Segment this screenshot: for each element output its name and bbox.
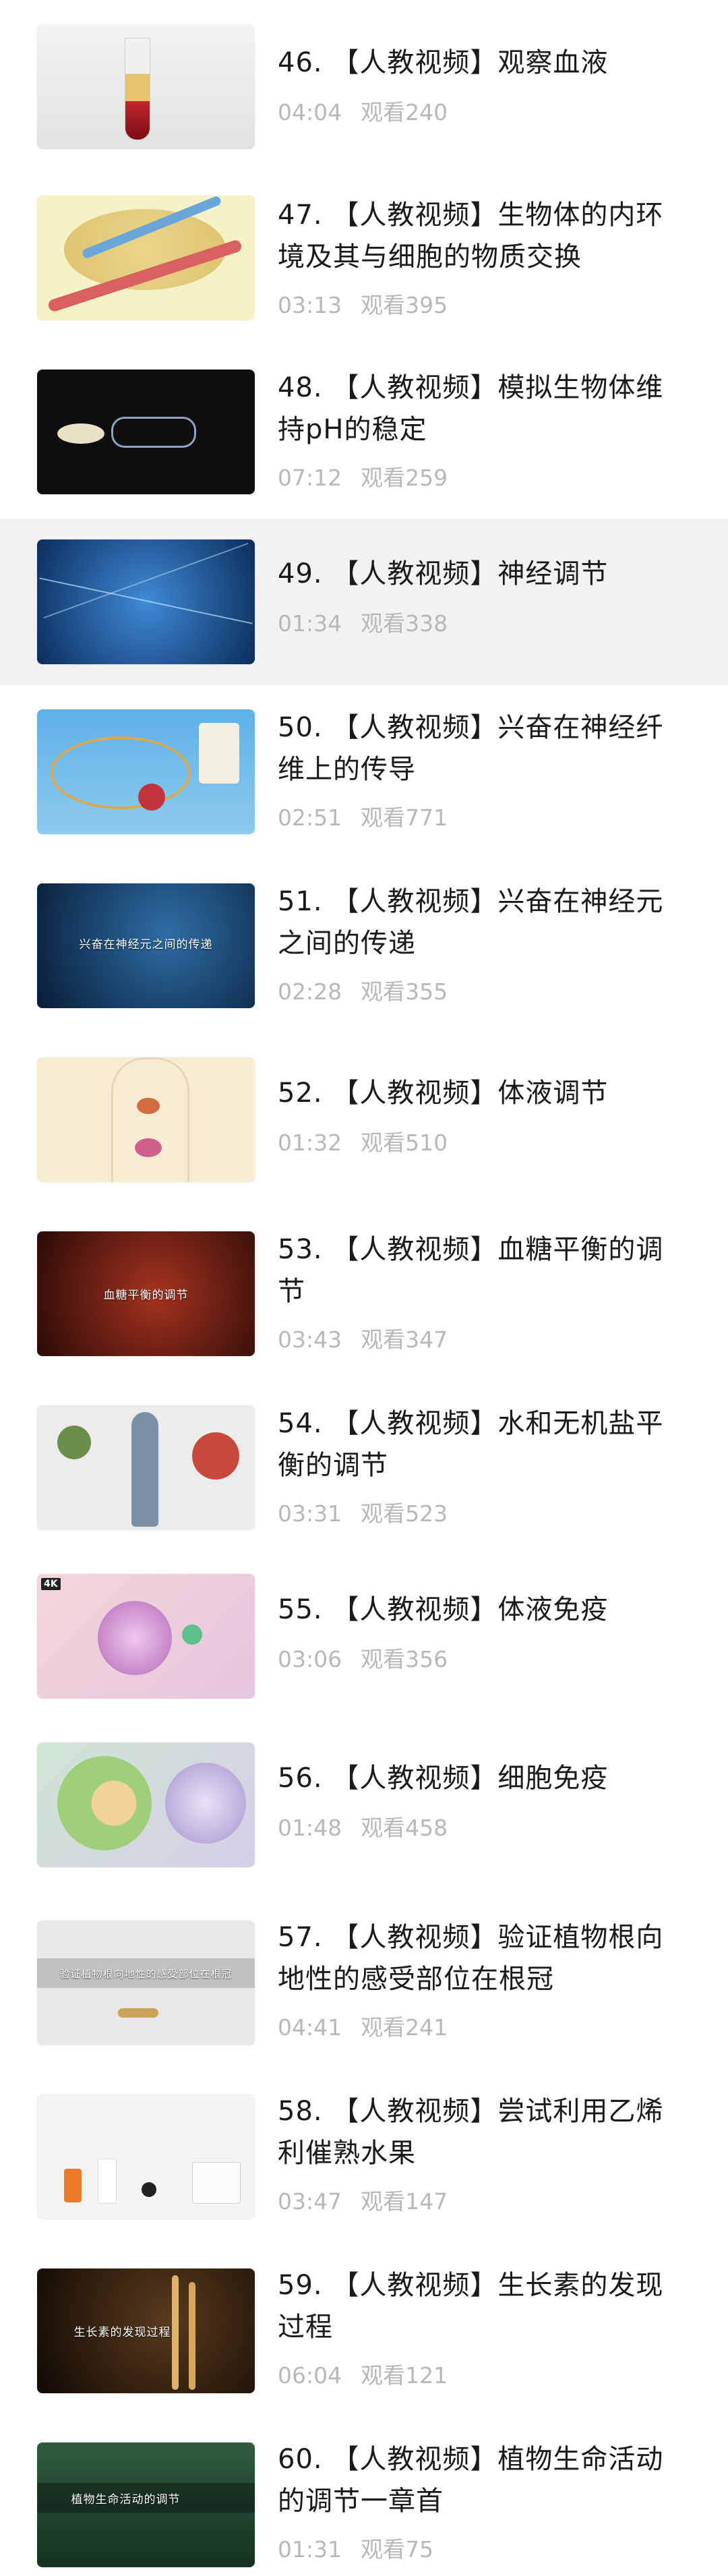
duration: 02:28 [278,978,342,1005]
list-item[interactable]: 52. 【人教视频】体液调节 01:32 观看510 [0,1033,728,1207]
duration: 03:31 [278,1500,342,1527]
duration: 03:43 [278,1326,342,1353]
video-title[interactable]: 51. 【人教视频】兴奋在神经元之间的传递 [278,881,682,964]
list-item[interactable]: 58. 【人教视频】尝试利用乙烯利催熟水果 03:47 观看147 [0,2072,728,2246]
view-count: 观看347 [361,1326,448,1353]
video-thumbnail[interactable] [37,539,255,664]
list-item[interactable]: 兴奋在神经元之间的传递 51. 【人教视频】兴奋在神经元之间的传递 02:28 观… [0,859,728,1033]
video-title[interactable]: 58. 【人教视频】尝试利用乙烯利催熟水果 [278,2090,682,2174]
list-item[interactable]: 植物生命活动的调节 60. 【人教视频】植物生命活动的调节一章首 01:31 观看… [0,2420,728,2576]
duration: 03:06 [278,1646,342,1672]
video-meta: 01:48 观看458 [278,1810,466,1842]
duration: 03:47 [278,2188,342,2215]
video-thumbnail[interactable] [37,370,255,494]
video-meta: 04:04 观看240 [278,94,466,127]
thumbnail-caption: 兴奋在神经元之间的传递 [79,938,213,952]
video-title[interactable]: 50. 【人教视频】兴奋在神经纤维上的传导 [278,707,682,790]
video-meta: 03:47 观看147 [278,2184,466,2216]
video-meta: 03:06 观看356 [278,1641,466,1674]
video-title[interactable]: 56. 【人教视频】细胞免疫 [278,1757,682,1799]
video-title[interactable]: 54. 【人教视频】水和无机盐平衡的调节 [278,1403,682,1486]
list-item[interactable]: 4K 55. 【人教视频】体液免疫 03:06 观看356 [0,1555,728,1724]
view-count: 观看338 [361,610,448,637]
video-meta: 01:32 观看510 [278,1125,466,1157]
video-thumbnail[interactable] [37,1057,255,1182]
duration: 04:04 [278,99,342,125]
video-thumbnail[interactable]: 4K [37,1574,255,1699]
view-count: 观看241 [361,2014,448,2041]
duration: 07:12 [278,465,342,491]
duration: 01:31 [278,2536,342,2563]
video-thumbnail[interactable]: 验证植物根向地性的感受部位在根冠 [37,1921,255,2045]
video-title[interactable]: 55. 【人教视频】体液免疫 [278,1589,682,1631]
video-meta: 03:31 观看523 [278,1496,466,1528]
duration: 03:13 [278,292,342,318]
video-list: 46. 【人教视频】观察血液 04:04 观看240 47. 【人教视频】生物体的… [0,0,728,2576]
thumbnail-caption: 血糖平衡的调节 [103,1289,189,1302]
list-item[interactable]: 生长素的发现过程 59. 【人教视频】生长素的发现过程 06:04 观看121 [0,2246,728,2420]
duration: 06:04 [278,2362,342,2389]
video-meta: 03:43 观看347 [278,1322,466,1354]
video-thumbnail[interactable] [37,2095,255,2219]
video-thumbnail[interactable] [37,1743,255,1867]
list-item[interactable]: 47. 【人教视频】生物体的内环境及其与细胞的物质交换 03:13 观看395 [0,175,728,351]
video-thumbnail[interactable]: 生长素的发现过程 [37,2268,255,2393]
video-title[interactable]: 47. 【人教视频】生物体的内环境及其与细胞的物质交换 [278,194,682,278]
view-count: 观看121 [361,2362,448,2389]
video-meta: 01:31 观看75 [278,2531,452,2564]
list-item[interactable]: 验证植物根向地性的感受部位在根冠 57. 【人教视频】验证植物根向地性的感受部位… [0,1898,728,2072]
thumbnail-caption: 植物生命活动的调节 [71,2493,181,2507]
video-thumbnail[interactable]: 血糖平衡的调节 [37,1231,255,1356]
view-count: 观看771 [361,804,448,831]
video-meta: 03:13 观看395 [278,287,466,320]
4k-badge: 4K [41,1578,61,1590]
view-count: 观看240 [361,99,448,125]
video-title[interactable]: 59. 【人教视频】生长素的发现过程 [278,2264,682,2348]
duration: 01:32 [278,1130,342,1156]
video-meta: 02:28 观看355 [278,974,466,1006]
view-count: 观看147 [361,2188,448,2215]
video-title[interactable]: 48. 【人教视频】模拟生物体维持pH的稳定 [278,367,682,450]
video-title[interactable]: 49. 【人教视频】神经调节 [278,553,682,595]
list-item[interactable]: 54. 【人教视频】水和无机盐平衡的调节 03:31 观看523 [0,1381,728,1555]
video-thumbnail[interactable]: 植物生命活动的调节 [37,2442,255,2567]
list-item[interactable]: 46. 【人教视频】观察血液 04:04 观看240 [0,0,728,155]
video-title[interactable]: 57. 【人教视频】验证植物根向地性的感受部位在根冠 [278,1916,682,2000]
video-title[interactable]: 46. 【人教视频】观察血液 [278,42,682,84]
list-item[interactable]: 50. 【人教视频】兴奋在神经纤维上的传导 02:51 观看771 [0,685,728,859]
duration: 04:41 [278,2014,342,2041]
video-thumbnail[interactable] [37,1405,255,1530]
video-meta: 06:04 观看121 [278,2358,466,2390]
view-count: 观看356 [361,1646,448,1672]
view-count: 观看395 [361,292,448,318]
duration: 02:51 [278,804,342,831]
video-title[interactable]: 53. 【人教视频】血糖平衡的调节 [278,1229,682,1312]
thumbnail-caption: 生长素的发现过程 [73,2326,171,2339]
view-count: 观看75 [361,2536,434,2563]
view-count: 观看523 [361,1500,448,1527]
video-title[interactable]: 60. 【人教视频】植物生命活动的调节一章首 [278,2438,682,2522]
view-count: 观看355 [361,978,448,1005]
list-item[interactable]: 48. 【人教视频】模拟生物体维持pH的稳定 07:12 观看259 [0,351,728,519]
view-count: 观看510 [361,1130,448,1156]
video-meta: 02:51 观看771 [278,800,466,832]
duration: 01:48 [278,1815,342,1841]
list-item[interactable]: 49. 【人教视频】神经调节 01:34 观看338 [0,519,728,685]
video-thumbnail[interactable]: 兴奋在神经元之间的传递 [37,883,255,1008]
list-item[interactable]: 血糖平衡的调节 53. 【人教视频】血糖平衡的调节 03:43 观看347 [0,1207,728,1381]
thumbnail-caption: 验证植物根向地性的感受部位在根冠 [59,1968,233,1980]
duration: 01:34 [278,610,342,637]
video-title[interactable]: 52. 【人教视频】体液调节 [278,1072,682,1114]
list-item[interactable]: 56. 【人教视频】细胞免疫 01:48 观看458 [0,1724,728,1898]
video-meta: 04:41 观看241 [278,2010,466,2042]
video-thumbnail[interactable] [37,709,255,834]
video-meta: 01:34 观看338 [278,606,466,638]
view-count: 观看458 [361,1815,448,1841]
view-count: 观看259 [361,465,448,491]
video-thumbnail[interactable] [37,196,255,320]
video-meta: 07:12 观看259 [278,460,466,492]
video-thumbnail[interactable] [37,24,255,149]
